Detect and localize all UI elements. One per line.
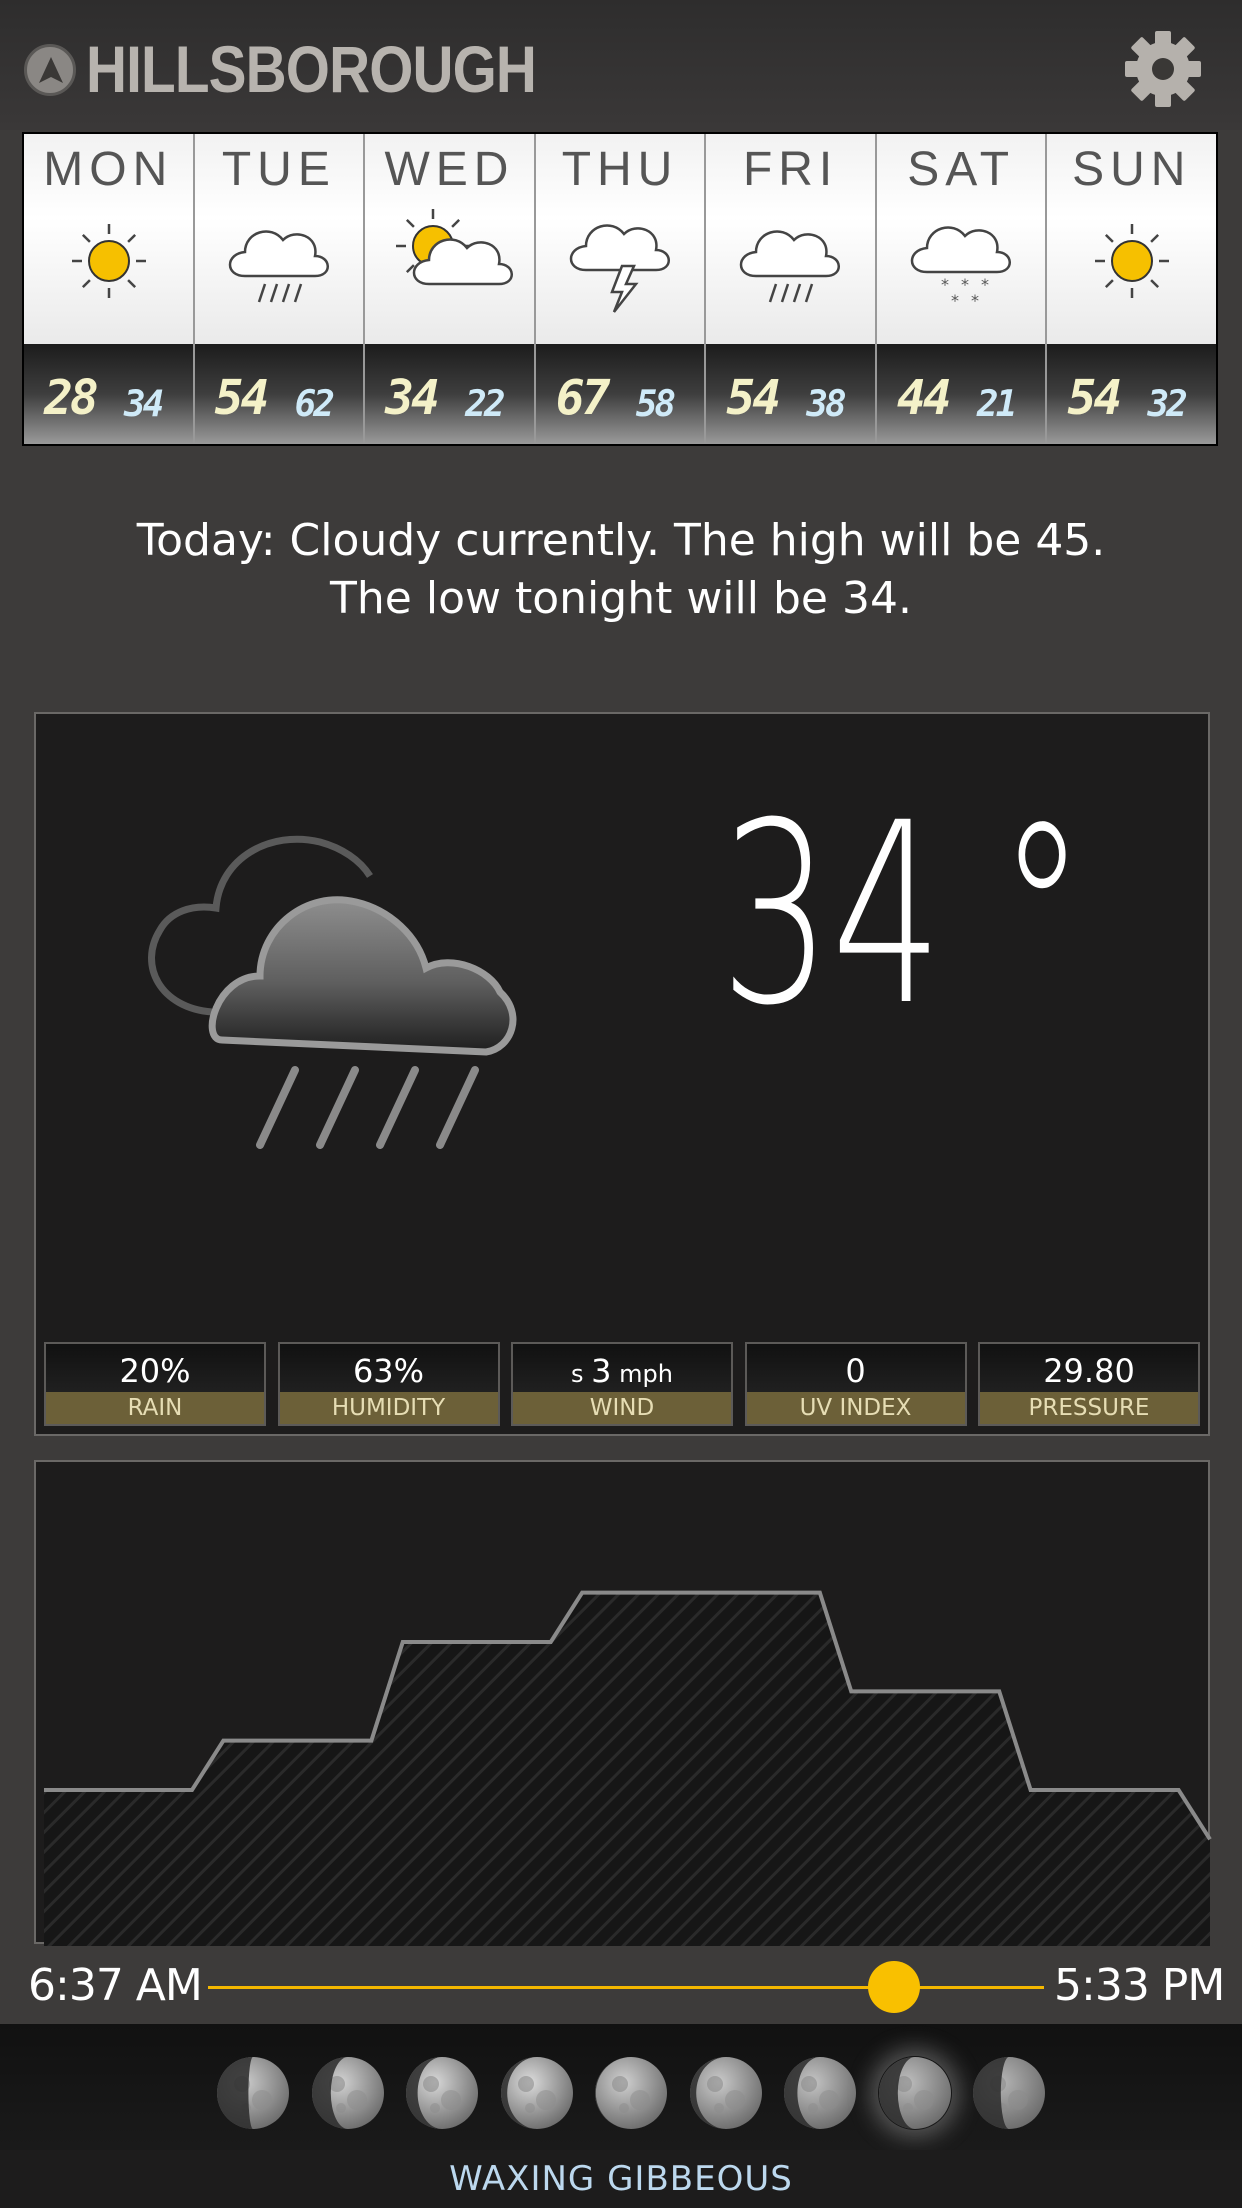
city-name[interactable]: HILLSBOROUGH xyxy=(86,28,537,110)
stat-value: 20% xyxy=(46,1352,264,1390)
sun-icon xyxy=(44,206,174,316)
stat-number: 0 xyxy=(845,1352,866,1390)
sun-icon xyxy=(1067,206,1197,316)
svg-text:*: * xyxy=(951,291,959,310)
stat-label: PRESSURE xyxy=(980,1392,1198,1424)
rain-cloud-icon xyxy=(215,206,345,316)
stat-prefix: s xyxy=(571,1360,592,1388)
chart-area xyxy=(44,1592,1210,1946)
low-temp: 58 xyxy=(635,384,676,425)
day-name: THU xyxy=(561,143,679,196)
stat-wind: s 3 mph WIND xyxy=(511,1342,733,1426)
day-name: FRI xyxy=(742,143,839,196)
low-temp: 32 xyxy=(1147,384,1187,425)
moon-phase-icon[interactable] xyxy=(500,2056,574,2130)
snow-cloud-icon: * * * * * xyxy=(897,206,1027,316)
forecast-day-fri[interactable]: FRI 54 38 xyxy=(706,134,877,444)
cloudy-rain-icon xyxy=(120,780,570,1160)
svg-text:*: * xyxy=(971,291,979,310)
stat-rain: 20% RAIN xyxy=(44,1342,266,1426)
sun-position-knob[interactable] xyxy=(867,1961,920,2013)
moon-phase-icon[interactable] xyxy=(972,2056,1046,2130)
degree-symbol: ° xyxy=(998,769,1086,1060)
svg-text:*: * xyxy=(941,275,949,294)
stat-value: 63% xyxy=(280,1352,498,1390)
high-temp: 67 xyxy=(555,370,611,426)
stat-label: WIND xyxy=(513,1392,731,1424)
low-temp: 62 xyxy=(294,384,335,425)
forecast-day-mon[interactable]: MON 28 34 xyxy=(24,134,195,444)
stat-label: HUMIDITY xyxy=(279,1392,498,1424)
stat-number: 63% xyxy=(352,1352,425,1390)
stats-row: 20% RAIN 63% HUMIDITY s 3 mph WIND 0 UV IND… xyxy=(44,1342,1200,1426)
current-temperature: 34 ° xyxy=(720,790,1086,1040)
high-temp: 44 xyxy=(896,370,952,426)
day-name: SUN xyxy=(1072,143,1192,196)
high-temp: 28 xyxy=(44,370,99,426)
summary-line-1: Today: Cloudy currently. The high will b… xyxy=(136,515,1106,566)
high-temp: 54 xyxy=(1067,370,1122,426)
day-name: TUE xyxy=(221,143,336,196)
forecast-day-sun[interactable]: SUN 54 32 xyxy=(1047,134,1217,444)
moon-phase-list xyxy=(216,2056,1046,2134)
high-temp: 54 xyxy=(214,370,270,426)
temperature-chart[interactable] xyxy=(34,1460,1212,1946)
gear-icon[interactable] xyxy=(1124,30,1202,108)
stat-pressure: 29.80 PRESSURE xyxy=(978,1342,1200,1426)
low-temp: 21 xyxy=(976,384,1017,425)
moon-phase-icon[interactable] xyxy=(216,2056,290,2130)
stat-label: UV INDEX xyxy=(746,1392,965,1424)
svg-text:*: * xyxy=(961,275,969,294)
day-name: MON xyxy=(43,143,174,196)
thunderstorm-icon xyxy=(556,206,686,316)
moon-phase-icon[interactable] xyxy=(311,2056,385,2130)
moon-phase-icon[interactable] xyxy=(689,2056,763,2130)
low-temp: 38 xyxy=(806,384,846,425)
forecast-day-tue[interactable]: TUE 54 62 xyxy=(194,134,366,444)
moon-phase-icon[interactable] xyxy=(405,2056,479,2130)
forecast-day-thu[interactable]: THU 67 58 xyxy=(535,134,707,444)
day-name: WED xyxy=(384,143,515,196)
moon-phase-icon[interactable] xyxy=(878,2056,952,2130)
chart-svg xyxy=(44,1590,1212,1946)
day-name: SAT xyxy=(907,143,1016,196)
stat-number: 20% xyxy=(119,1352,191,1390)
rain-cloud-icon xyxy=(726,206,856,316)
moon-phase-icon[interactable] xyxy=(783,2056,857,2130)
high-temp: 34 xyxy=(385,370,440,426)
sunrise-time: 6:37 AM xyxy=(28,1960,203,2011)
temperature-value: 34 xyxy=(720,769,943,1060)
stat-label: RAIN xyxy=(46,1392,264,1424)
weekly-forecast: MON 28 34 TUE 54 62 WED 34 22 THU 67 58 … xyxy=(22,132,1218,446)
low-temp: 22 xyxy=(465,384,505,425)
forecast-day-wed[interactable]: WED 34 22 xyxy=(365,134,536,444)
stat-number: 3 xyxy=(591,1352,612,1390)
stat-humidity: 63% HUMIDITY xyxy=(277,1342,500,1426)
forecast-day-sat[interactable]: SAT * * * * * 44 21 xyxy=(876,134,1048,444)
stat-value: s 3 mph xyxy=(513,1352,731,1390)
low-temp: 34 xyxy=(124,384,164,425)
stat-unit: mph xyxy=(611,1360,673,1388)
moon-phase-icon[interactable] xyxy=(594,2056,668,2130)
partly-cloudy-icon xyxy=(385,206,515,316)
stat-value: 29.80 xyxy=(980,1352,1198,1390)
stat-uv-index: 0 UV INDEX xyxy=(744,1342,967,1426)
high-temp: 54 xyxy=(726,370,781,426)
moon-phase-label: WAXING GIBBEOUS xyxy=(0,2150,1242,2208)
stat-number: 29.80 xyxy=(1043,1352,1135,1390)
sunset-time: 5:33 PM xyxy=(1054,1960,1225,2011)
stat-value: 0 xyxy=(747,1352,965,1390)
svg-text:*: * xyxy=(981,275,989,294)
summary-line-2: The low tonight will be 34. xyxy=(330,573,912,624)
navigation-arrow-icon[interactable] xyxy=(24,44,76,96)
today-summary: Today: Cloudy currently. The high will b… xyxy=(60,512,1182,628)
